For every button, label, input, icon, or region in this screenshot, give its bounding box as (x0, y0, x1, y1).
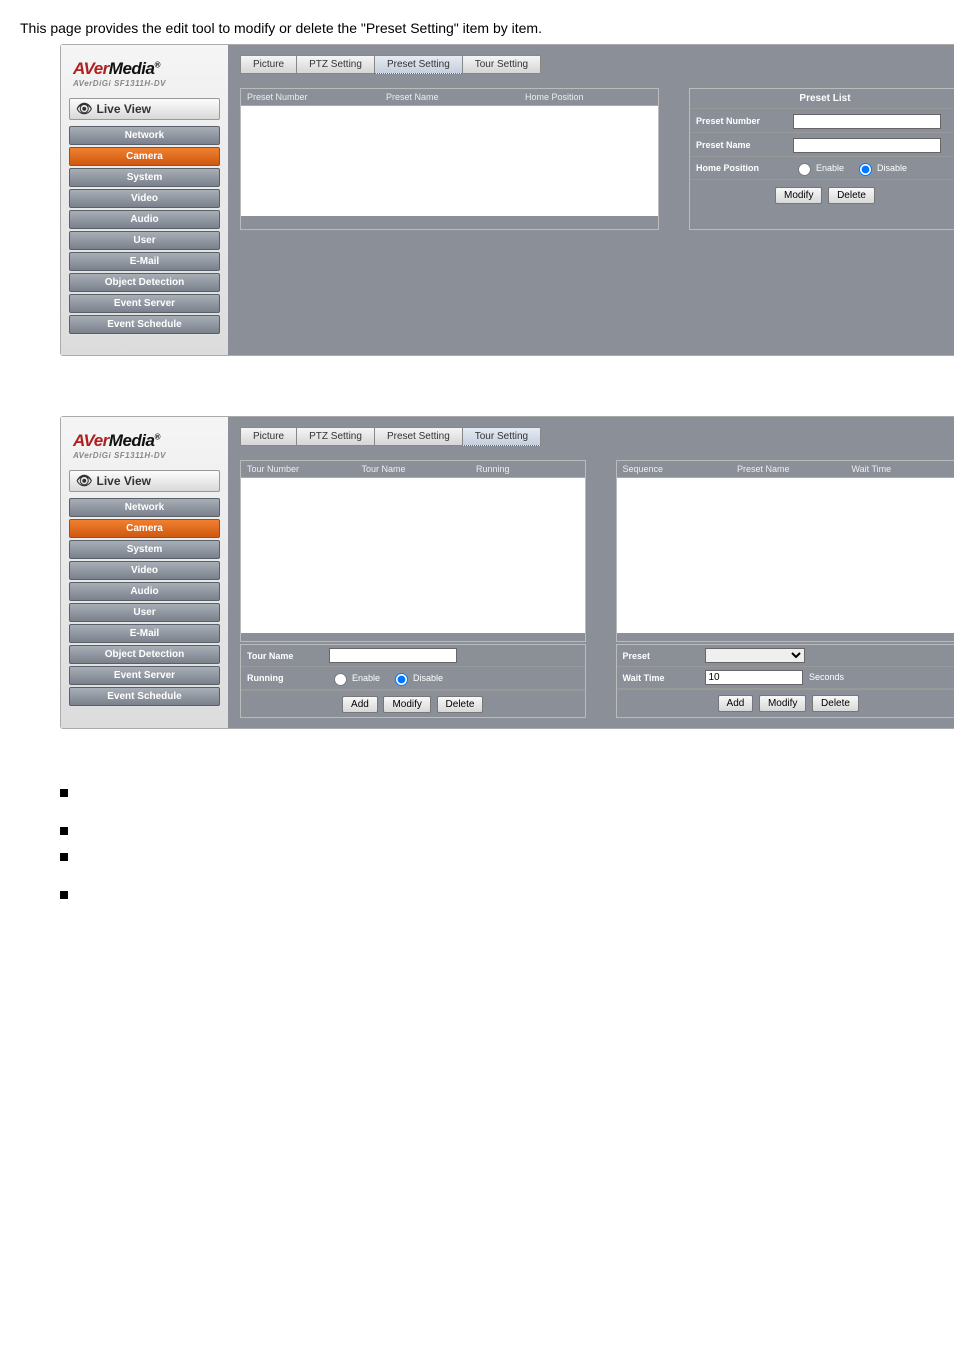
sidebar-item-audio[interactable]: Audio (69, 582, 220, 601)
delete-button[interactable]: Delete (812, 695, 859, 712)
tour-list-body[interactable] (241, 478, 585, 633)
app-window-preset: AVerMedia® AVerDiGi SF1311H-DV 👁 Live Vi… (60, 44, 954, 356)
sidebar-item-network[interactable]: Network (69, 498, 220, 517)
preset-list-box: Preset Number Preset Name Home Position (240, 88, 659, 230)
add-button[interactable]: Add (718, 695, 754, 712)
delete-button[interactable]: Delete (828, 187, 875, 204)
sidebar-item-audio[interactable]: Audio (69, 210, 220, 229)
logo: AVerMedia® AVerDiGi SF1311H-DV (67, 55, 222, 90)
radio-disable[interactable]: Disable (390, 670, 443, 686)
add-button[interactable]: Add (342, 696, 378, 713)
sequence-list-body[interactable] (617, 478, 954, 633)
sidebar-item-object-detection[interactable]: Object Detection (69, 645, 220, 664)
preset-form-title: Preset List (690, 89, 954, 109)
live-view-label: Live View (97, 102, 151, 116)
modify-button[interactable]: Modify (759, 695, 806, 712)
sidebar-item-video[interactable]: Video (69, 561, 220, 580)
sidebar-item-camera[interactable]: Camera (69, 519, 220, 538)
sidebar-item-event-schedule[interactable]: Event Schedule (69, 315, 220, 334)
tab-ptz-setting[interactable]: PTZ Setting (296, 55, 374, 74)
eye-icon: 👁 (76, 101, 93, 117)
label-preset: Preset (617, 647, 699, 665)
label-running: Running (241, 669, 323, 687)
intro-text: This page provides the edit tool to modi… (20, 20, 954, 36)
label-preset-name: Preset Name (690, 135, 787, 155)
label-wait-time: Wait Time (617, 669, 699, 687)
sidebar-item-camera[interactable]: Camera (69, 147, 220, 166)
tour-name-input[interactable] (329, 648, 457, 663)
sequence-list-box: Sequence Preset Name Wait Time (616, 460, 954, 642)
preset-number-input[interactable] (793, 114, 941, 129)
sidebar: AVerMedia® AVerDiGi SF1311H-DV 👁 Live Vi… (61, 417, 228, 728)
col-preset-number: Preset Number (241, 89, 380, 105)
modify-button[interactable]: Modify (383, 696, 430, 713)
logo: AVerMedia® AVerDiGi SF1311H-DV (67, 427, 222, 462)
live-view-button[interactable]: 👁 Live View (69, 470, 220, 492)
preset-list-body[interactable] (241, 106, 658, 216)
bullet (60, 891, 68, 899)
sidebar-item-event-schedule[interactable]: Event Schedule (69, 687, 220, 706)
live-view-button[interactable]: 👁 Live View (69, 98, 220, 120)
radio-enable[interactable]: Enable (329, 670, 380, 686)
sidebar-item-email[interactable]: E-Mail (69, 624, 220, 643)
delete-button[interactable]: Delete (437, 696, 484, 713)
sidebar-item-object-detection[interactable]: Object Detection (69, 273, 220, 292)
eye-icon: 👁 (76, 473, 93, 489)
modify-button[interactable]: Modify (775, 187, 822, 204)
sidebar-item-user[interactable]: User (69, 603, 220, 622)
sidebar-item-system[interactable]: System (69, 540, 220, 559)
col-home-position: Home Position (519, 89, 658, 105)
radio-enable[interactable]: Enable (793, 160, 844, 176)
tour-controls-left: Tour Name Running Enable Disable (240, 644, 586, 718)
label-tour-name: Tour Name (241, 647, 323, 665)
bullet (60, 853, 68, 861)
preset-form: Preset List Preset Number Preset Name Ho… (689, 88, 954, 230)
col-running: Running (470, 461, 585, 477)
tab-tour-setting[interactable]: Tour Setting (462, 427, 541, 446)
tab-picture[interactable]: Picture (240, 55, 296, 74)
label-home-position: Home Position (690, 158, 787, 178)
bullet-list (60, 789, 934, 899)
sidebar-item-system[interactable]: System (69, 168, 220, 187)
radio-disable[interactable]: Disable (854, 160, 907, 176)
sidebar-item-network[interactable]: Network (69, 126, 220, 145)
col-tour-number: Tour Number (241, 461, 356, 477)
tab-preset-setting[interactable]: Preset Setting (374, 427, 462, 446)
preset-select[interactable] (705, 648, 805, 663)
sidebar-item-user[interactable]: User (69, 231, 220, 250)
live-view-label: Live View (97, 474, 151, 488)
col-tour-name: Tour Name (356, 461, 471, 477)
bullet (60, 827, 68, 835)
col-wait-time: Wait Time (846, 461, 954, 477)
tabs: Picture PTZ Setting Preset Setting Tour … (240, 427, 954, 446)
tour-list-box: Tour Number Tour Name Running (240, 460, 586, 642)
wait-time-input[interactable] (705, 670, 803, 685)
tour-controls-right: Preset Wait Time Seconds Add (616, 644, 954, 718)
tab-picture[interactable]: Picture (240, 427, 296, 446)
seconds-label: Seconds (809, 672, 844, 682)
sidebar-item-video[interactable]: Video (69, 189, 220, 208)
app-window-tour: AVerMedia® AVerDiGi SF1311H-DV 👁 Live Vi… (60, 416, 954, 729)
sidebar-item-event-server[interactable]: Event Server (69, 294, 220, 313)
tab-tour-setting[interactable]: Tour Setting (462, 55, 541, 74)
sidebar: AVerMedia® AVerDiGi SF1311H-DV 👁 Live Vi… (61, 45, 228, 355)
tab-ptz-setting[interactable]: PTZ Setting (296, 427, 374, 446)
col-sequence: Sequence (617, 461, 732, 477)
sidebar-item-email[interactable]: E-Mail (69, 252, 220, 271)
col-preset-name: Preset Name (731, 461, 846, 477)
tabs: Picture PTZ Setting Preset Setting Tour … (240, 55, 954, 74)
sidebar-item-event-server[interactable]: Event Server (69, 666, 220, 685)
tab-preset-setting[interactable]: Preset Setting (374, 55, 462, 74)
col-preset-name: Preset Name (380, 89, 519, 105)
label-preset-number: Preset Number (690, 111, 787, 131)
preset-name-input[interactable] (793, 138, 941, 153)
bullet (60, 789, 68, 797)
